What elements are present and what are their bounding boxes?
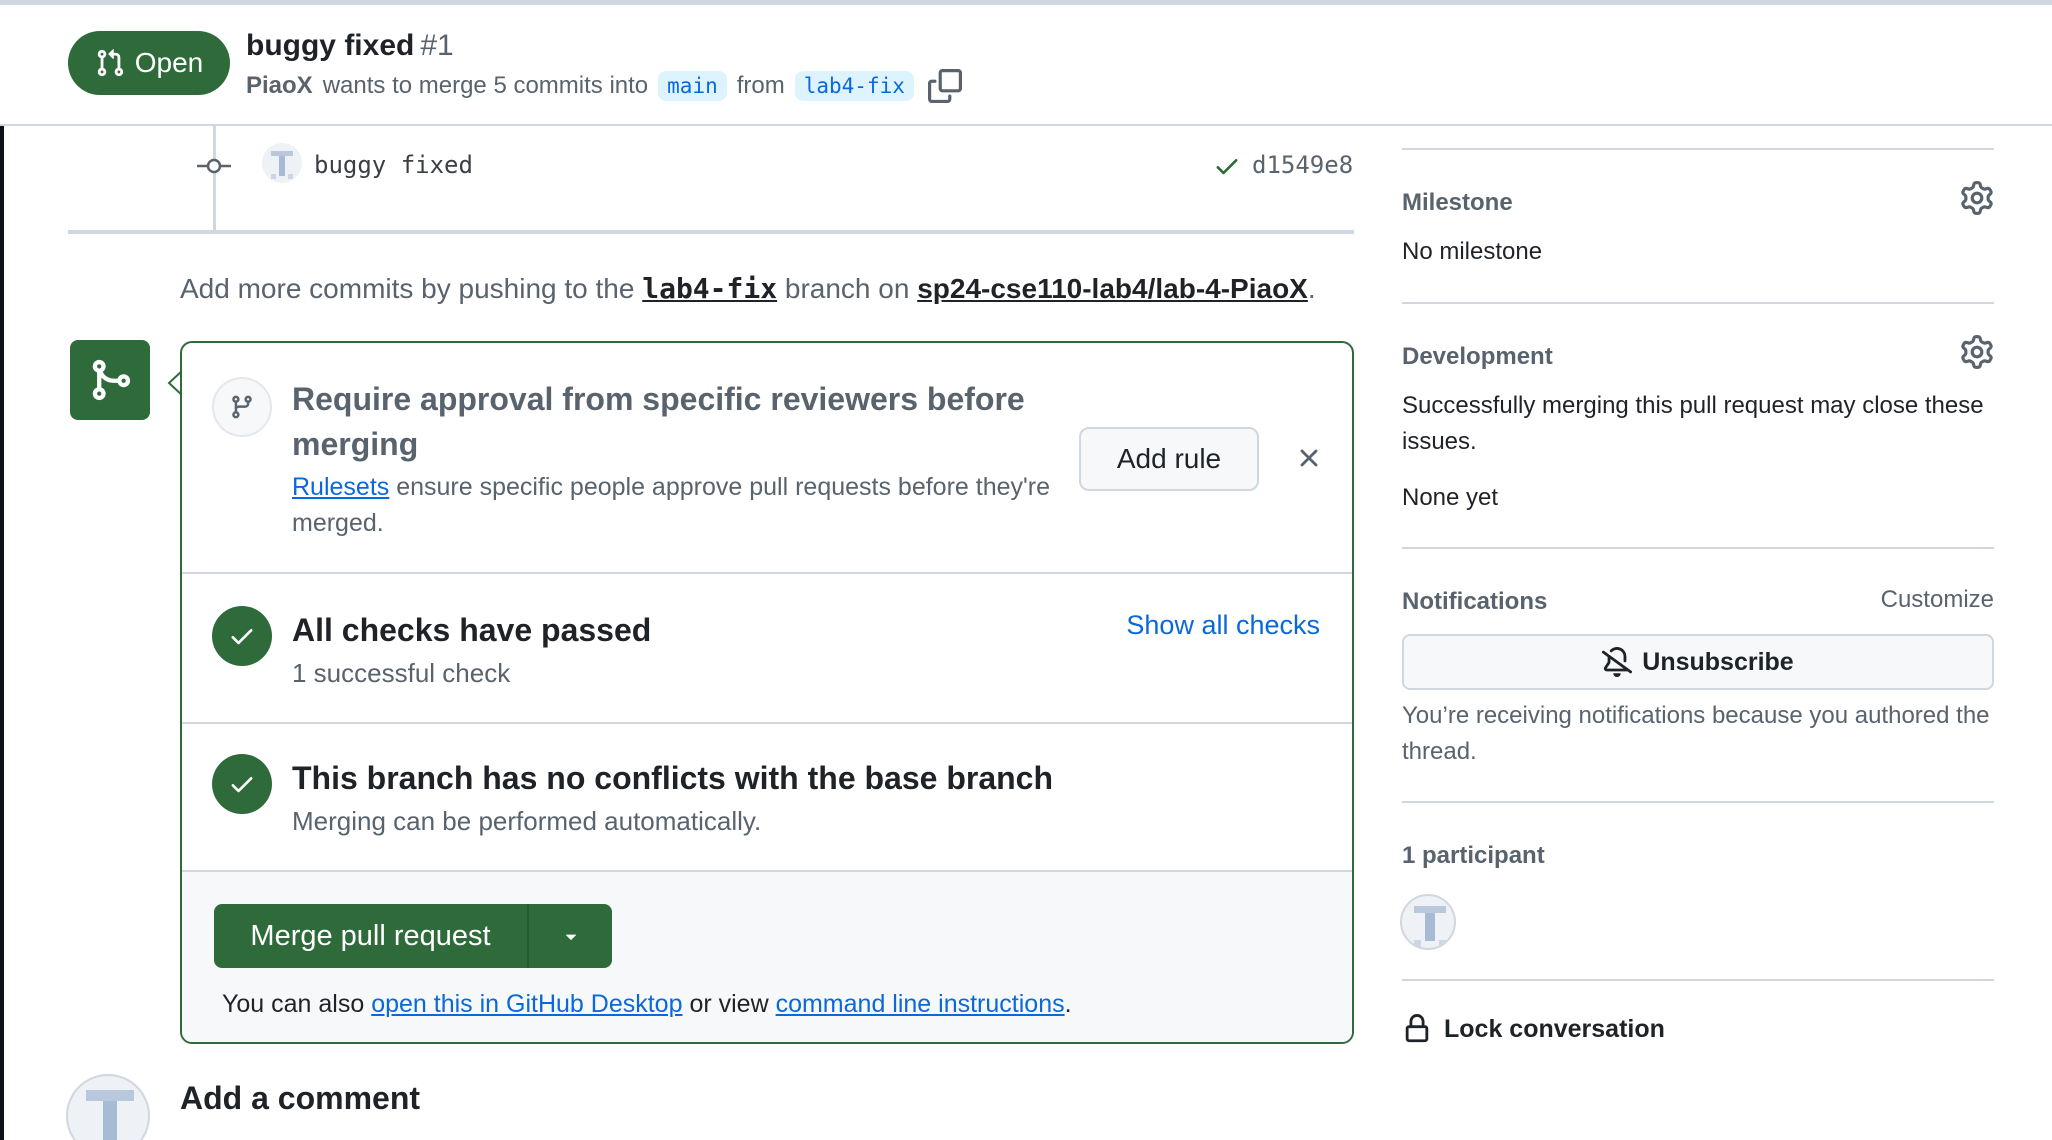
pr-title-text: buggy fixed	[246, 29, 415, 62]
gear-icon[interactable]	[1960, 335, 1994, 369]
merge-method-dropdown[interactable]	[529, 904, 612, 968]
show-all-checks-link[interactable]: Show all checks	[1126, 610, 1320, 641]
development-heading: Development	[1402, 343, 1553, 370]
rule-description: Rulesets ensure specific people approve …	[292, 469, 1072, 541]
push-hint-middle: branch on	[784, 273, 910, 304]
merge-box: Require approval from specific reviewers…	[180, 341, 1354, 1044]
checks-subtitle: 1 successful check	[292, 658, 511, 688]
pr-number: #1	[420, 29, 454, 62]
conflicts-section: This branch has no conflicts with the ba…	[182, 724, 1352, 872]
push-hint: Add more commits by pushing to the lab4-…	[180, 272, 1316, 305]
commit-author-avatar[interactable]	[262, 143, 302, 183]
from-text: from	[736, 72, 785, 99]
check-icon	[231, 629, 253, 645]
close-icon[interactable]	[1294, 443, 1324, 473]
participants-heading: 1 participant	[1402, 842, 1545, 869]
github-desktop-link[interactable]: open this in GitHub Desktop	[371, 990, 682, 1018]
notifications-heading: Notifications	[1402, 588, 1548, 615]
sidebar-divider	[1402, 302, 1994, 304]
development-value: None yet	[1402, 484, 1499, 511]
triangle-down-icon	[565, 934, 576, 940]
commit-icon	[197, 158, 231, 174]
git-pull-request-icon	[97, 49, 123, 77]
unsubscribe-button[interactable]: Unsubscribe	[1402, 634, 1994, 690]
commit-sha[interactable]: d1549e8	[1252, 151, 1353, 179]
lock-icon	[1405, 1014, 1429, 1043]
timeline-divider	[68, 230, 1354, 234]
pr-state-label: Open	[134, 47, 204, 78]
pr-header: Open buggy fixed #1 PiaoX wants to merge …	[0, 5, 2052, 126]
pr-state-badge: Open	[68, 31, 230, 95]
sidebar-divider	[1402, 148, 1994, 150]
base-branch[interactable]: main	[658, 71, 727, 101]
rule-description-text: ensure specific people approve pull requ…	[292, 473, 1051, 537]
push-hint-branch-link[interactable]: lab4-fix	[642, 272, 777, 305]
commit-message[interactable]: buggy fixed	[314, 151, 473, 179]
rule-title: Require approval from specific reviewers…	[292, 381, 1025, 462]
check-icon	[231, 777, 253, 793]
merge-alternatives: You can also open this in GitHub Desktop…	[222, 990, 1072, 1019]
copy-icon[interactable]	[927, 69, 962, 103]
customize-link[interactable]: Customize	[1881, 586, 1994, 614]
milestone-heading: Milestone	[1402, 189, 1513, 216]
development-text: Successfully merging this pull request m…	[1402, 392, 1984, 455]
checks-title: All checks have passed	[292, 612, 652, 648]
gear-icon[interactable]	[1960, 181, 1994, 215]
sidebar-divider	[1402, 979, 1994, 981]
rulesets-link[interactable]: Rulesets	[292, 473, 389, 501]
milestone-value: No milestone	[1402, 238, 1543, 265]
conflicts-status-icon	[212, 754, 272, 814]
merge-also-suffix: .	[1064, 990, 1072, 1018]
checks-section: All checks have passed 1 successful chec…	[182, 574, 1352, 724]
git-merge-icon	[92, 359, 131, 401]
avatar[interactable]	[66, 1074, 150, 1140]
head-branch[interactable]: lab4-fix	[794, 71, 914, 101]
push-hint-prefix: Add more commits by pushing to the	[180, 273, 635, 304]
checks-status-icon	[212, 606, 272, 666]
participant-avatar[interactable]	[1400, 894, 1456, 950]
merge-pull-request-button[interactable]: Merge pull request	[214, 904, 529, 968]
sidebar-divider	[1402, 801, 1994, 803]
notifications-reason: You’re receiving notifications because y…	[1402, 702, 1990, 765]
window-edge	[0, 126, 4, 1140]
command-line-link[interactable]: command line instructions	[776, 990, 1065, 1018]
conflicts-title: This branch has no conflicts with the ba…	[292, 760, 1054, 796]
timeline-line	[213, 126, 216, 231]
unsubscribe-label: Unsubscribe	[1642, 647, 1794, 676]
push-hint-suffix: .	[1307, 273, 1316, 304]
merge-also-prefix: You can also	[222, 990, 365, 1018]
rule-icon-circle	[212, 377, 272, 437]
merge-also-middle: or view	[689, 990, 769, 1018]
lock-conversation-button[interactable]: Lock conversation	[1402, 1012, 1665, 1046]
conflicts-subtitle: Merging can be performed automatically.	[292, 806, 762, 836]
add-rule-button[interactable]: Add rule	[1079, 427, 1259, 491]
merge-button-group: Merge pull request	[214, 904, 612, 968]
pr-meta: PiaoX wants to merge 5 commits into main…	[246, 69, 962, 103]
merge-action-section: Merge pull request You can also open thi…	[182, 872, 1352, 1042]
lock-conversation-label: Lock conversation	[1444, 1014, 1665, 1043]
check-icon[interactable]	[1213, 152, 1241, 180]
push-hint-repo-link[interactable]: sp24-cse110-lab4/lab-4-PiaoX	[917, 273, 1308, 304]
bell-slash-icon	[1602, 647, 1633, 677]
pr-author[interactable]: PiaoX	[246, 72, 313, 100]
add-comment-heading: Add a comment	[180, 1080, 421, 1116]
merge-text: wants to merge 5 commits into	[322, 72, 649, 99]
git-branch-icon	[232, 395, 252, 419]
ruleset-suggestion: Require approval from specific reviewers…	[182, 343, 1352, 574]
merge-status-icon	[70, 340, 150, 420]
sidebar-divider	[1402, 547, 1994, 549]
pr-title: buggy fixed #1	[246, 29, 454, 63]
